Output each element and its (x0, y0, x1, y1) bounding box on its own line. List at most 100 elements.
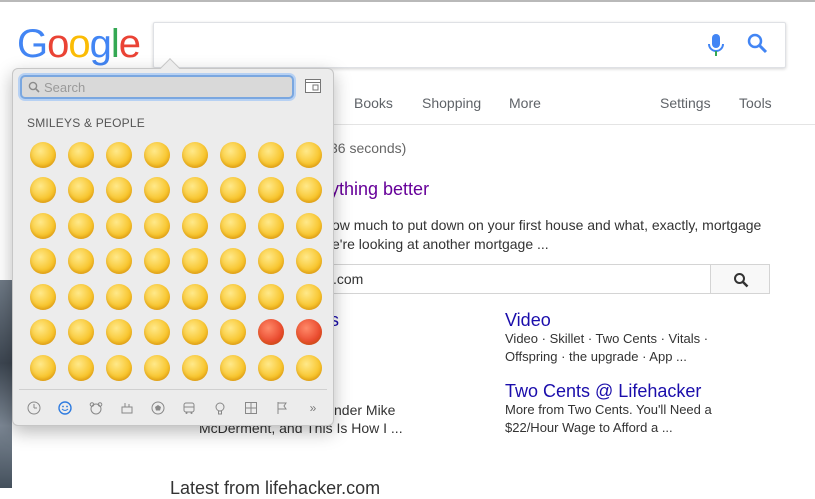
unamused-face-emoji[interactable] (290, 244, 328, 280)
nerd-face-emoji[interactable] (138, 244, 176, 280)
smiling-face-smiling-eyes-emoji[interactable] (62, 173, 100, 209)
rolling-on-floor-laughing-emoji[interactable] (290, 137, 328, 173)
symbols-icon[interactable] (240, 397, 262, 419)
tab-settings[interactable]: Settings (660, 95, 711, 111)
smiling-face-sunglasses-emoji[interactable] (176, 244, 214, 280)
disappointed-face-icon (30, 283, 56, 310)
tired-face-emoji[interactable] (24, 315, 62, 351)
weary-face-emoji[interactable] (62, 315, 100, 351)
grinning-face-big-eyes-emoji[interactable] (62, 137, 100, 173)
bear-icon[interactable] (85, 397, 107, 419)
angry-face-emoji[interactable] (214, 315, 252, 351)
site-search-button[interactable] (710, 264, 770, 294)
pouting-face-emoji[interactable] (252, 315, 290, 351)
face-symbols-on-mouth-emoji[interactable] (290, 315, 328, 351)
latest-heading[interactable]: Latest from lifehacker.com (170, 478, 380, 499)
face-tears-of-joy-emoji[interactable] (252, 137, 290, 173)
loudly-crying-face-emoji[interactable] (138, 315, 176, 351)
smiling-face-sunglasses-icon (182, 248, 208, 275)
slightly-smiling-face-emoji[interactable] (138, 173, 176, 209)
heart-eyes-face-emoji[interactable] (290, 173, 328, 209)
zany-face-emoji[interactable] (24, 244, 62, 280)
face-savoring-food-emoji[interactable] (176, 208, 214, 244)
pensive-face-emoji[interactable] (62, 279, 100, 315)
squinting-face-tongue-emoji[interactable] (252, 208, 290, 244)
character-viewer-icon[interactable] (305, 79, 321, 93)
kissing-face-closed-eyes-emoji[interactable] (138, 208, 176, 244)
google-search-input[interactable] (153, 22, 786, 68)
face-with-tongue-icon (220, 212, 246, 239)
microphone-icon[interactable] (705, 32, 727, 58)
sitelink-video[interactable]: Video (505, 310, 551, 331)
tab-tools[interactable]: Tools (739, 95, 772, 111)
tab-shopping[interactable]: Shopping (422, 95, 481, 111)
flag-icon[interactable] (271, 397, 293, 419)
grinning-face-smiling-eyes-emoji[interactable] (100, 137, 138, 173)
search-icon[interactable] (746, 32, 770, 56)
face-with-monocle-emoji[interactable] (100, 244, 138, 280)
grinning-squinting-face-emoji[interactable] (176, 137, 214, 173)
face-raised-eyebrow-emoji[interactable] (62, 244, 100, 280)
sitelink-two-cents[interactable]: Two Cents @ Lifehacker (505, 381, 701, 402)
section-title: SMILEYS & PEOPLE (27, 116, 145, 130)
exploding-head-emoji[interactable] (24, 350, 62, 386)
bulb-icon[interactable] (209, 397, 231, 419)
confused-face-emoji[interactable] (138, 279, 176, 315)
emoji-grid (24, 137, 328, 386)
food-icon[interactable] (116, 397, 138, 419)
relieved-face-icon (258, 177, 284, 204)
kissing-face-smiling-eyes-emoji[interactable] (100, 208, 138, 244)
smiling-face-halo-emoji[interactable] (100, 173, 138, 209)
persevering-face-emoji[interactable] (252, 279, 290, 315)
upside-down-face-emoji[interactable] (176, 173, 214, 209)
face-steam-from-nose-emoji[interactable] (176, 315, 214, 351)
sitelink-video-line2: Offspring · the upgrade · App ... (505, 349, 687, 364)
grinning-face-emoji[interactable] (24, 137, 62, 173)
sad-relieved-face-emoji[interactable] (214, 350, 252, 386)
winking-face-tongue-emoji[interactable] (290, 208, 328, 244)
grinning-face-sweat-emoji[interactable] (214, 137, 252, 173)
fearful-face-emoji[interactable] (138, 350, 176, 386)
grinning-face-icon (30, 141, 56, 168)
more-glyph: » (309, 401, 317, 415)
car-icon[interactable] (178, 397, 200, 419)
emoji-search-input[interactable]: Search (20, 75, 294, 99)
tab-more[interactable]: More (509, 95, 541, 111)
star-struck-emoji[interactable] (214, 244, 252, 280)
site-search-input[interactable]: .com (300, 264, 770, 294)
frowning-face-emoji[interactable] (214, 279, 252, 315)
upside-down-face-icon (182, 177, 208, 204)
beaming-face-icon (144, 141, 170, 168)
slightly-frowning-face-emoji[interactable] (176, 279, 214, 315)
winking-face-emoji[interactable] (214, 173, 252, 209)
smirking-face-emoji[interactable] (252, 244, 290, 280)
crying-face-emoji[interactable] (100, 315, 138, 351)
hugging-face-emoji[interactable] (290, 350, 328, 386)
relieved-face-emoji[interactable] (252, 173, 290, 209)
flushed-face-emoji[interactable] (62, 350, 100, 386)
face-screaming-in-fear-emoji[interactable] (100, 350, 138, 386)
smiley-icon[interactable] (54, 397, 76, 419)
tab-books[interactable]: Books (354, 95, 393, 111)
face-with-tongue-emoji[interactable] (214, 208, 252, 244)
google-logo[interactable]: Google (17, 22, 141, 67)
kissing-face-emoji[interactable] (62, 208, 100, 244)
smiling-face-emoji[interactable] (24, 173, 62, 209)
worried-face-emoji[interactable] (100, 279, 138, 315)
anxious-face-sweat-emoji[interactable] (176, 350, 214, 386)
downcast-face-sweat-emoji[interactable] (252, 350, 290, 386)
smiling-face-halo-icon (106, 177, 132, 204)
beaming-face-emoji[interactable] (138, 137, 176, 173)
face-blowing-kiss-emoji[interactable] (24, 208, 62, 244)
logo-letter: g (89, 22, 112, 66)
result-title[interactable]: ything better (330, 179, 429, 200)
sitelink-video-line1: Video · Skillet · Two Cents · Vitals · (505, 331, 709, 346)
face-screaming-in-fear-icon (106, 354, 132, 381)
disappointed-face-emoji[interactable] (24, 279, 62, 315)
more-icon[interactable]: » (302, 397, 324, 419)
ball-icon[interactable] (147, 397, 169, 419)
smiling-face-smiling-eyes-icon (68, 177, 94, 204)
flushed-face-icon (68, 354, 94, 381)
clock-icon[interactable] (23, 397, 45, 419)
confounded-face-emoji[interactable] (290, 279, 328, 315)
